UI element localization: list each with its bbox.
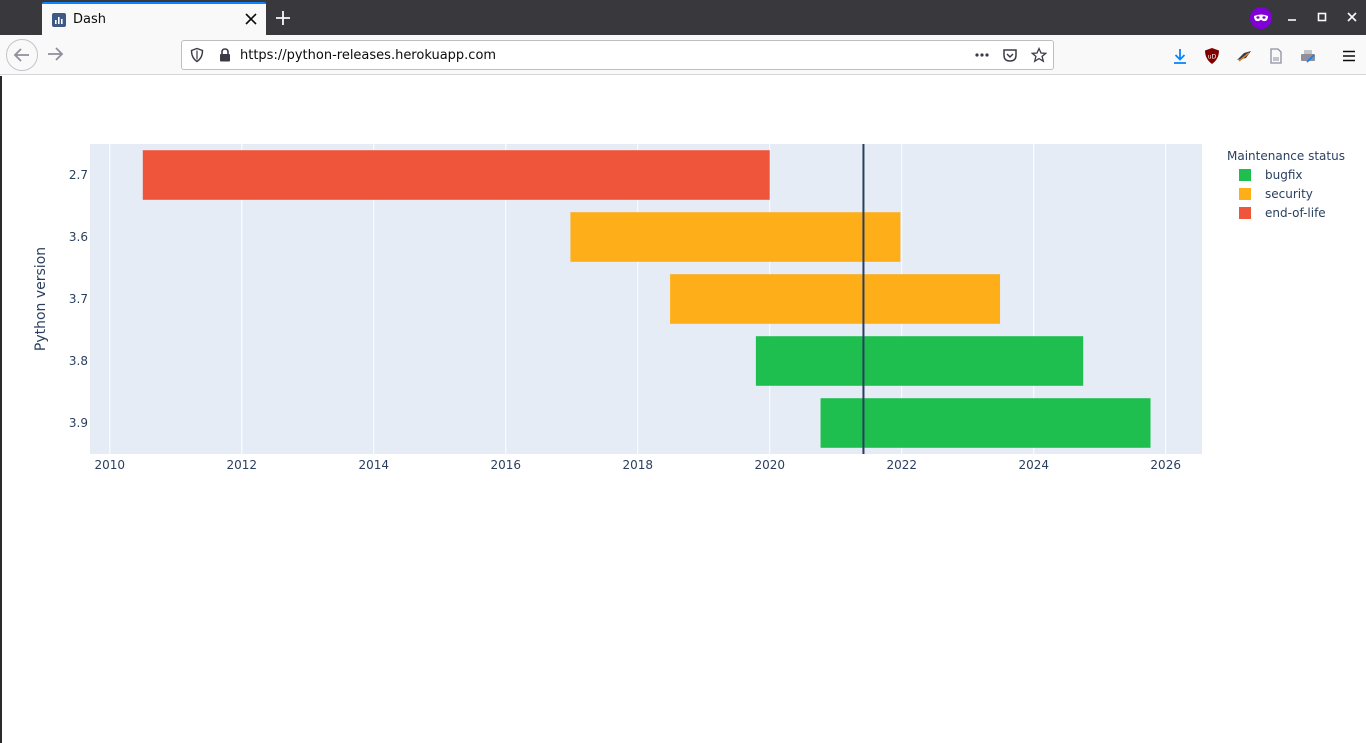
forward-button[interactable] bbox=[40, 39, 72, 71]
tab-bar: Dash bbox=[0, 0, 1366, 35]
y-tick-label: 3.8 bbox=[69, 354, 88, 368]
bar-2-7[interactable] bbox=[142, 150, 770, 200]
pocket-icon[interactable] bbox=[1002, 47, 1018, 63]
x-tick-label: 2026 bbox=[1150, 458, 1181, 472]
bar-3-6[interactable] bbox=[570, 212, 901, 262]
legend-swatch-bugfix[interactable] bbox=[1239, 169, 1251, 181]
x-tick-label: 2022 bbox=[886, 458, 917, 472]
tab-dash[interactable]: Dash bbox=[42, 2, 266, 35]
x-tick-label: 2014 bbox=[359, 458, 390, 472]
legend-title: Maintenance status bbox=[1227, 149, 1345, 163]
minimize-icon[interactable] bbox=[1285, 10, 1299, 24]
ellipsis-icon[interactable] bbox=[974, 47, 990, 63]
x-tick-label: 2016 bbox=[490, 458, 521, 472]
plus-icon[interactable] bbox=[272, 7, 294, 29]
y-tick-label: 3.7 bbox=[69, 292, 88, 306]
y-tick-labels: 2.7 3.6 3.7 3.8 3.9 bbox=[69, 168, 88, 430]
bar-3-7[interactable] bbox=[670, 274, 1001, 324]
download-icon[interactable] bbox=[1171, 47, 1189, 65]
x-tick-labels: 2010 2012 2014 2016 2018 2020 2022 2024 2026 bbox=[95, 458, 1181, 472]
url-bar[interactable]: https://python-releases.herokuapp.com bbox=[181, 40, 1054, 70]
window-close-icon[interactable] bbox=[1345, 10, 1359, 24]
dash-chart-icon bbox=[52, 13, 66, 27]
hamburger-icon[interactable] bbox=[1340, 47, 1358, 65]
document-icon[interactable] bbox=[1267, 47, 1285, 65]
x-tick-label: 2020 bbox=[754, 458, 785, 472]
star-icon[interactable] bbox=[1031, 47, 1047, 63]
private-mask-icon bbox=[1250, 7, 1272, 29]
legend-swatch-end-of-life[interactable] bbox=[1239, 207, 1251, 219]
arrow-left-icon bbox=[13, 48, 29, 62]
ublock-icon[interactable]: uD bbox=[1203, 47, 1221, 65]
maximize-icon[interactable] bbox=[1315, 10, 1329, 24]
svg-text:uD: uD bbox=[1208, 54, 1217, 61]
x-tick-label: 2010 bbox=[95, 458, 126, 472]
y-tick-label: 2.7 bbox=[69, 168, 88, 182]
arrow-right-icon bbox=[48, 47, 64, 61]
nav-toolbar: https://python-releases.herokuapp.com uD bbox=[0, 35, 1366, 75]
x-tick-label: 2018 bbox=[622, 458, 653, 472]
shield-icon[interactable] bbox=[189, 47, 205, 63]
bar-3-8[interactable] bbox=[755, 336, 1084, 386]
legend-label-bugfix[interactable]: bugfix bbox=[1265, 168, 1303, 182]
print-edit-icon[interactable] bbox=[1299, 47, 1317, 65]
url-text: https://python-releases.herokuapp.com bbox=[240, 48, 497, 63]
extension-icon[interactable] bbox=[1235, 47, 1253, 65]
close-icon[interactable] bbox=[242, 10, 260, 28]
maintenance-timeline-chart: 2010 2012 2014 2016 2018 2020 2022 2024 2026 2.7… bbox=[33, 144, 1345, 472]
x-tick-label: 2012 bbox=[227, 458, 258, 472]
lock-icon[interactable] bbox=[217, 47, 233, 63]
y-tick-label: 3.6 bbox=[69, 230, 88, 244]
legend-label-security[interactable]: security bbox=[1265, 187, 1313, 201]
y-tick-label: 3.9 bbox=[69, 416, 88, 430]
x-tick-label: 2024 bbox=[1018, 458, 1049, 472]
legend: Maintenance status bugfix security end-of-… bbox=[1227, 149, 1345, 220]
bar-3-9[interactable] bbox=[820, 398, 1151, 448]
legend-swatch-security[interactable] bbox=[1239, 188, 1251, 200]
legend-label-end-of-life[interactable]: end-of-life bbox=[1265, 206, 1326, 220]
back-button[interactable] bbox=[6, 39, 38, 71]
tab-title: Dash bbox=[73, 12, 106, 27]
y-axis-title: Python version bbox=[33, 247, 49, 351]
